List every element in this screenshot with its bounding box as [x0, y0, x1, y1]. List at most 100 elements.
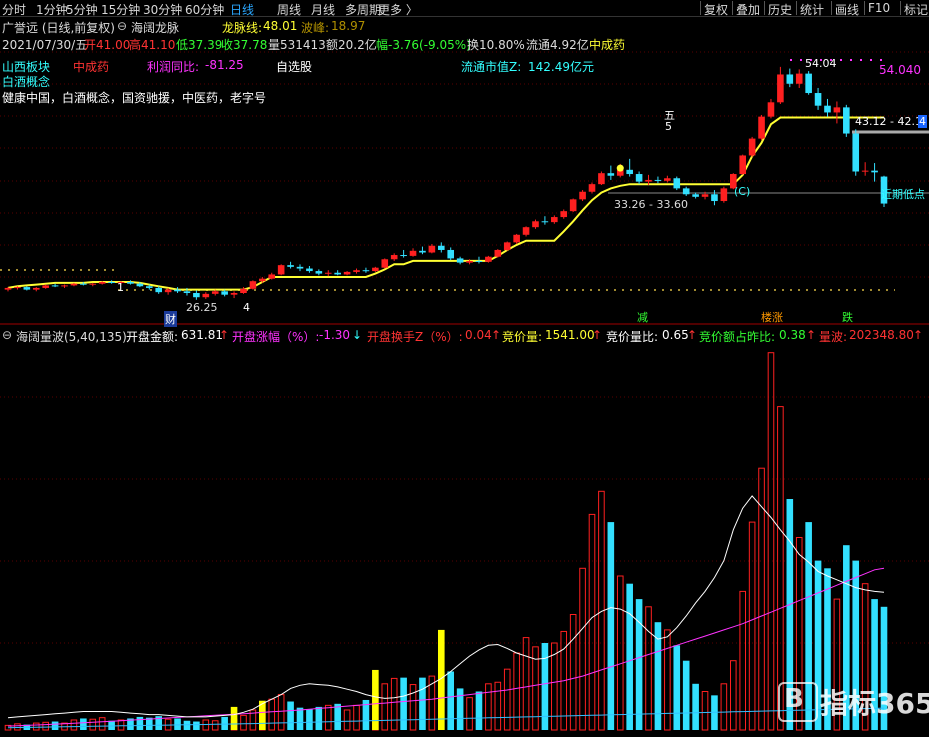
candle-body	[155, 287, 163, 293]
candle-body	[588, 184, 596, 192]
volume-bar	[287, 701, 294, 730]
low-price-label: 26.25	[186, 301, 218, 314]
volume-bar	[701, 691, 709, 731]
candle-body	[503, 242, 511, 250]
volume-chart[interactable]	[0, 325, 929, 735]
volume-bar	[32, 722, 40, 731]
volume-bar	[739, 590, 747, 731]
candle-body	[315, 271, 323, 274]
volume-bar	[720, 683, 728, 731]
volume-bar	[475, 691, 483, 730]
candle-body	[268, 274, 276, 279]
candle-body	[42, 285, 49, 288]
candle-body	[692, 194, 699, 197]
candle-body	[626, 169, 633, 175]
candle-body	[485, 256, 492, 262]
candle-body	[739, 155, 747, 175]
candle-body	[70, 283, 78, 286]
volume-bar	[14, 723, 21, 731]
volume-bar	[183, 720, 191, 730]
volume-bar	[682, 660, 690, 730]
candle-body	[805, 73, 812, 94]
volume-bar	[117, 719, 125, 731]
candle-body	[777, 74, 784, 103]
price-chart[interactable]	[0, 0, 929, 325]
mark-four: 4	[243, 301, 250, 314]
candle-body	[532, 221, 539, 228]
volume-bar	[268, 698, 276, 731]
candle-body	[833, 107, 841, 113]
candle-body	[635, 174, 643, 182]
signal-die-label: 跌	[842, 311, 853, 324]
volume-ma-magenta	[7, 567, 885, 727]
candle-body	[541, 221, 549, 223]
mark-one: 1	[117, 281, 124, 294]
candle-body	[4, 287, 12, 290]
candle-body	[579, 191, 586, 200]
watermark-text: 指标365	[820, 687, 929, 720]
volume-bar	[353, 704, 360, 731]
volume-bar	[579, 567, 586, 731]
candle-body	[80, 283, 87, 285]
volume-bar	[419, 677, 426, 730]
candle-body	[758, 116, 765, 139]
recent-low-label: 近期低点	[881, 188, 925, 201]
candle-body	[786, 74, 794, 84]
candle-body	[654, 179, 662, 181]
volume-ma-white	[7, 495, 885, 719]
candle-body	[720, 188, 728, 202]
volume-bar	[240, 714, 247, 731]
candle-body	[89, 283, 97, 285]
candle-body	[221, 291, 228, 295]
candle-body	[598, 173, 605, 185]
volume-bar	[221, 716, 228, 730]
candle-body	[437, 245, 445, 250]
candle-body	[748, 138, 756, 156]
candle-body	[240, 288, 247, 293]
candle-body	[343, 271, 351, 275]
candle-body	[645, 179, 652, 182]
volume-bar	[673, 645, 681, 730]
volume-bar	[456, 688, 464, 730]
candle-body	[795, 73, 803, 84]
volume-bar	[89, 718, 97, 731]
candle-body	[456, 258, 464, 263]
candle-body	[287, 265, 294, 267]
candle-body	[98, 282, 106, 284]
candle-body	[61, 285, 68, 287]
zone-upper-label: 43.12 - 42.1	[855, 115, 922, 128]
candle-body	[711, 194, 718, 202]
candle-body	[249, 281, 257, 289]
high-price-label: 54.040	[879, 63, 921, 77]
candle-body	[428, 245, 436, 253]
volume-bar	[80, 718, 87, 730]
candle-body	[334, 272, 341, 275]
candle-body	[353, 270, 360, 272]
candle-body	[409, 250, 417, 256]
volume-bar	[588, 513, 596, 731]
volume-bar	[70, 719, 78, 731]
candle-body	[682, 188, 690, 195]
volume-bar	[616, 575, 624, 731]
candle-body	[824, 105, 831, 113]
volume-bar	[729, 660, 737, 731]
candle-body	[372, 267, 379, 272]
candle-body	[145, 286, 153, 288]
candle-body	[174, 289, 181, 292]
volume-bar	[485, 683, 492, 731]
candle-body	[277, 265, 285, 275]
volume-bar	[42, 721, 49, 731]
candle-body	[664, 178, 671, 181]
volume-bar	[211, 720, 219, 731]
candle-body	[419, 250, 426, 253]
zone-lower-label: 33.26 - 33.60	[614, 198, 688, 211]
volume-bar	[466, 697, 473, 731]
candle-body	[164, 289, 172, 293]
volume-bar	[400, 677, 407, 730]
candle-body	[513, 234, 520, 243]
candle-body	[871, 170, 878, 173]
volume-bar	[174, 718, 181, 730]
signal-louzhang-label: 楼涨	[761, 311, 783, 324]
candle-body	[381, 259, 389, 268]
volume-bar	[664, 629, 671, 731]
